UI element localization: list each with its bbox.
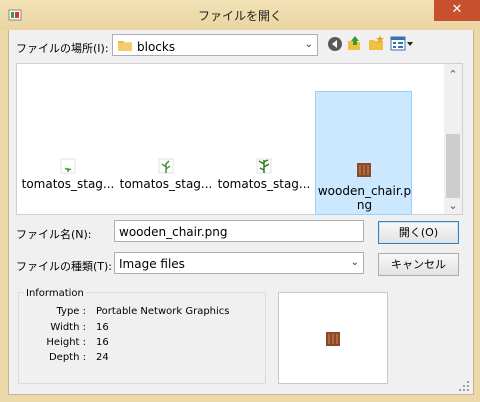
scroll-thumb[interactable] — [446, 134, 460, 198]
list-item-selected[interactable]: wooden_chair.png — [315, 91, 412, 215]
resize-grip-icon[interactable] — [458, 380, 470, 392]
file-name: tomatos_stag... — [119, 177, 213, 191]
file-name: wooden_chair.png — [317, 184, 412, 212]
list-item[interactable]: tomatos_stag... — [20, 158, 116, 191]
file-name-value: wooden_chair.png — [119, 225, 228, 239]
sprout-small-icon — [60, 158, 76, 174]
wooden-chair-icon — [357, 163, 371, 177]
info-key: Height : — [46, 337, 86, 348]
window-title: ファイルを開く — [197, 9, 282, 23]
chevron-down-icon: ⌄ — [350, 257, 359, 268]
file-name: tomatos_stag... — [217, 177, 311, 191]
information-heading: Information — [24, 288, 86, 299]
up-folder-icon[interactable] — [346, 35, 362, 51]
folder-icon — [118, 41, 132, 51]
scroll-up-icon[interactable]: ⌃ — [444, 68, 462, 81]
preview-chair-icon — [326, 332, 340, 346]
sprout-large-icon — [256, 158, 272, 174]
info-value: 24 — [96, 352, 109, 363]
look-in-dropdown[interactable]: blocks ⌄ — [112, 34, 318, 56]
close-button[interactable]: ✕ — [434, 0, 480, 21]
info-value: 16 — [96, 322, 109, 333]
info-key: Type : — [56, 306, 86, 317]
info-value: 16 — [96, 337, 109, 348]
scroll-down-icon[interactable]: ⌄ — [444, 199, 462, 212]
list-item[interactable]: tomatos_stag... — [216, 158, 312, 191]
info-key: Depth : — [48, 352, 86, 363]
chevron-down-icon: ⌄ — [304, 39, 313, 50]
file-name-label: ファイル名(N): — [16, 228, 92, 241]
sprout-medium-icon — [158, 158, 174, 174]
look-in-label: ファイルの場所(I): — [16, 42, 109, 55]
open-button[interactable]: 開く(O) — [378, 221, 459, 244]
file-name: tomatos_stag... — [21, 177, 115, 191]
file-type-dropdown[interactable]: Image files ⌄ — [114, 252, 364, 274]
cancel-button[interactable]: キャンセル — [378, 253, 459, 276]
new-folder-icon[interactable] — [368, 35, 384, 51]
info-key: Width : — [50, 322, 86, 333]
look-in-value: blocks — [137, 40, 176, 54]
back-icon[interactable] — [327, 36, 343, 52]
list-item[interactable]: tomatos_stag... — [118, 158, 214, 191]
view-menu-icon[interactable] — [390, 36, 414, 52]
file-name-input[interactable]: wooden_chair.png — [114, 220, 364, 242]
file-type-value: Image files — [119, 257, 185, 271]
info-value: Portable Network Graphics — [96, 306, 230, 317]
file-type-label: ファイルの種類(T): — [16, 260, 113, 273]
